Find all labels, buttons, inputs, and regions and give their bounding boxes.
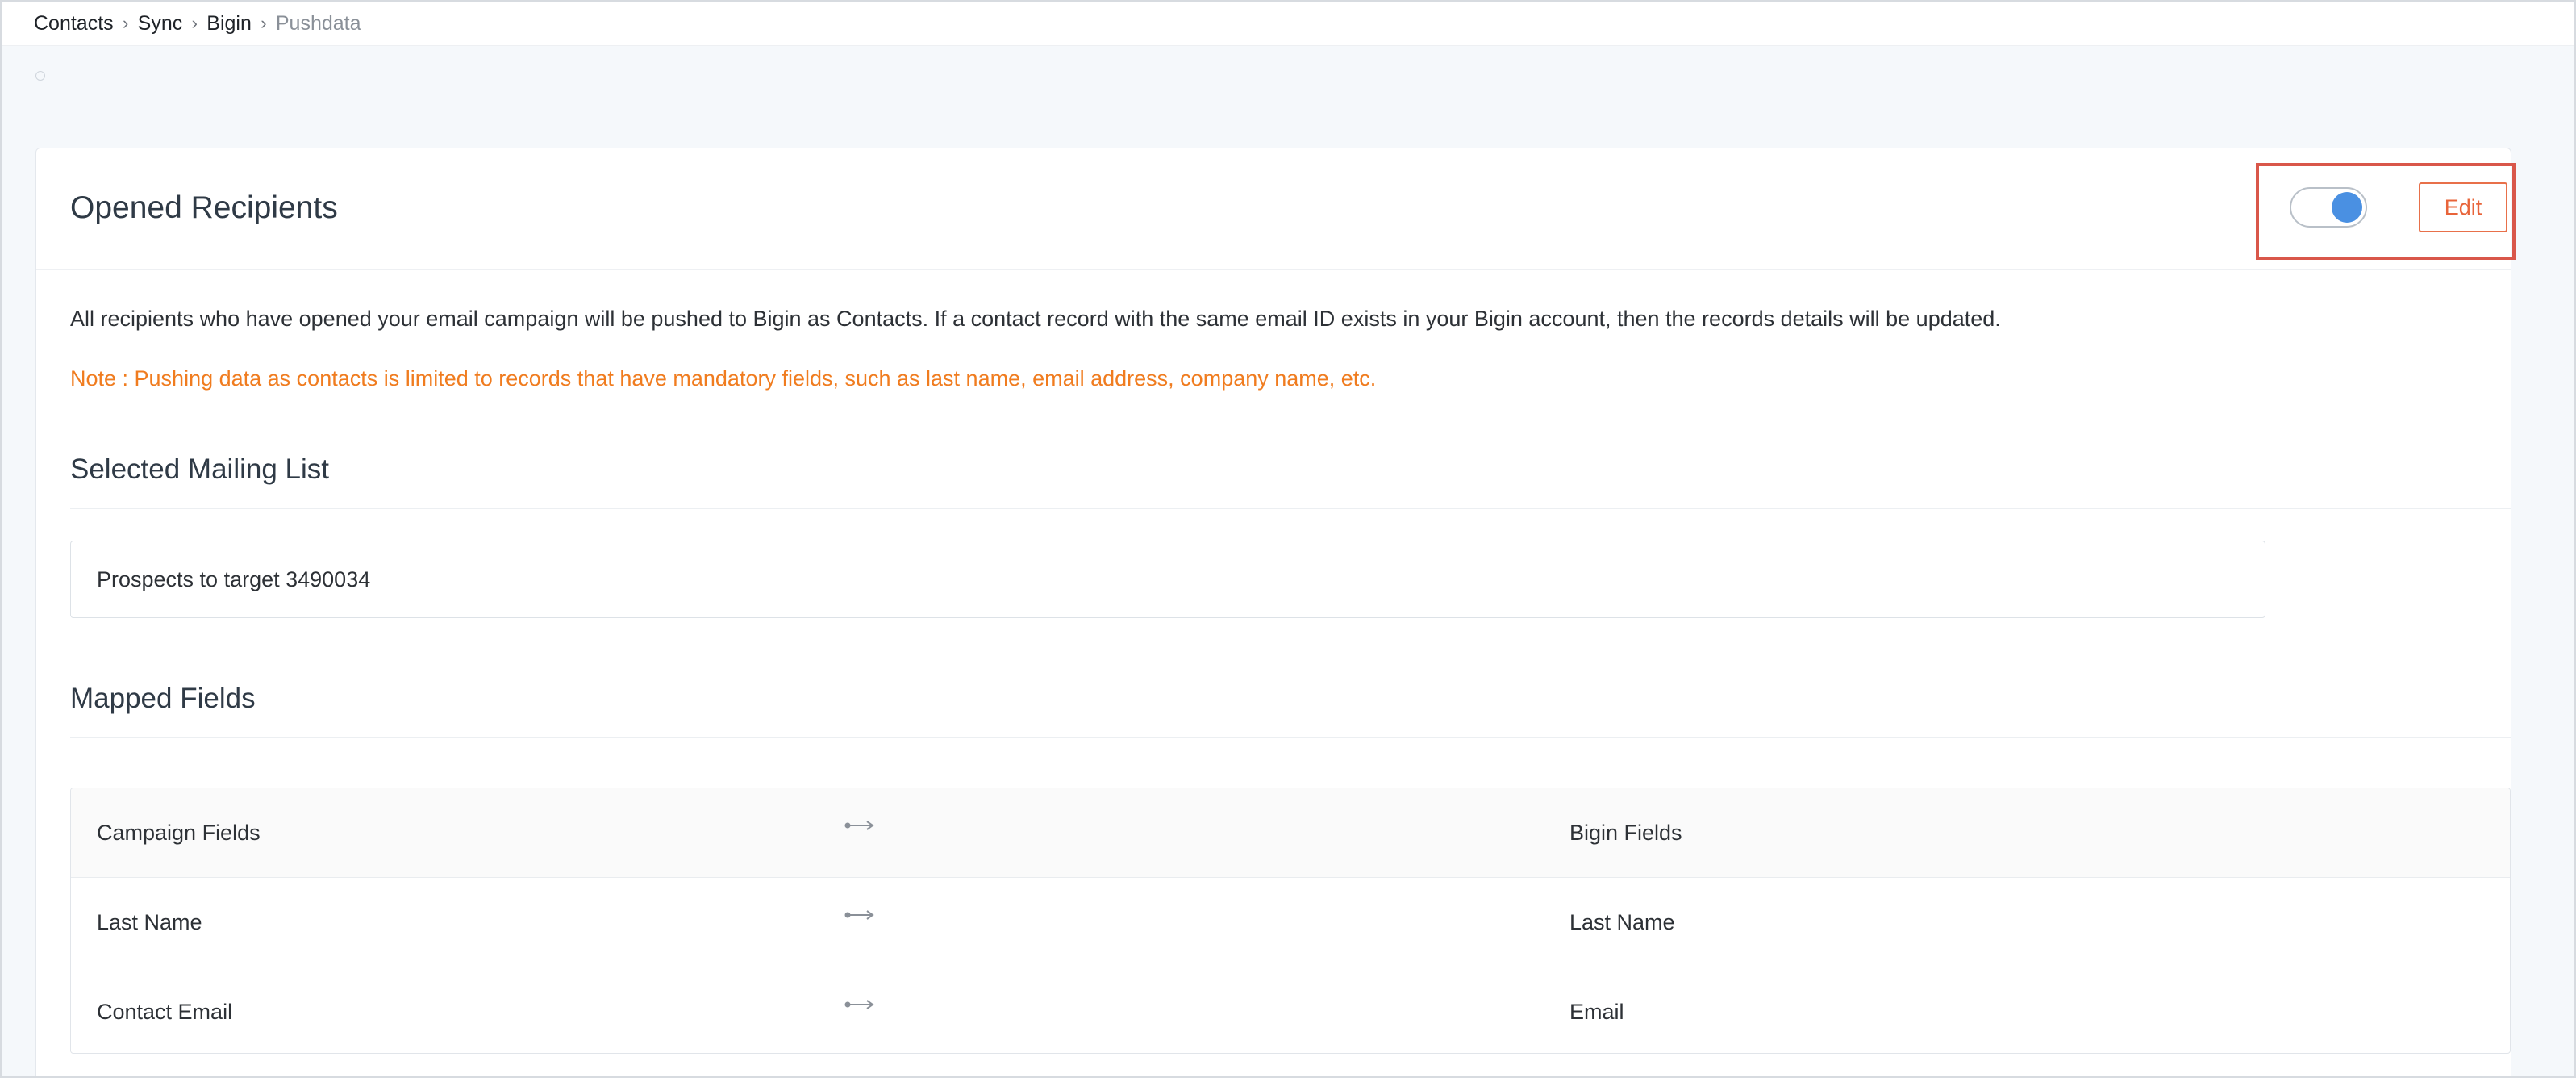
chevron-right-icon: › bbox=[123, 13, 129, 33]
bigin-field: Email bbox=[1569, 1000, 1624, 1024]
description-text: All recipients who have opened your emai… bbox=[70, 307, 2001, 331]
breadcrumb: Contacts › Sync › Bigin › Pushdata bbox=[2, 2, 2574, 46]
table-row: Last Name Last Name bbox=[71, 878, 2510, 967]
push-data-card: Opened Recipients Edit All recipients wh… bbox=[35, 148, 2516, 1076]
edit-button[interactable]: Edit bbox=[2419, 182, 2507, 232]
loading-dot-icon bbox=[35, 71, 45, 81]
toggle-knob bbox=[2332, 192, 2362, 223]
mailing-list-value: Prospects to target 3490034 bbox=[97, 566, 371, 591]
enable-toggle[interactable] bbox=[2290, 187, 2367, 228]
breadcrumb-sync[interactable]: Sync bbox=[138, 12, 183, 36]
breadcrumb-bigin[interactable]: Bigin bbox=[206, 12, 252, 36]
mapped-fields-heading: Mapped Fields bbox=[70, 683, 256, 714]
section-divider bbox=[70, 737, 2511, 738]
mapping-arrow-icon bbox=[844, 821, 874, 830]
card-title: Opened Recipients bbox=[70, 190, 338, 225]
note-text: Note : Pushing data as contacts is limit… bbox=[70, 366, 1377, 391]
mailing-list-heading: Selected Mailing List bbox=[70, 453, 329, 485]
section-divider bbox=[70, 508, 2511, 509]
selected-mailing-list: Prospects to target 3490034 bbox=[70, 541, 2265, 618]
card-header: Opened Recipients Edit bbox=[36, 148, 2516, 270]
bigin-field: Last Name bbox=[1569, 910, 1675, 934]
column-header-bigin: Bigin Fields bbox=[1569, 821, 1682, 845]
column-header-campaign: Campaign Fields bbox=[97, 821, 261, 845]
campaign-field: Last Name bbox=[97, 910, 202, 934]
breadcrumb-contacts[interactable]: Contacts bbox=[34, 12, 114, 36]
chevron-right-icon: › bbox=[191, 13, 198, 33]
app-frame: Contacts › Sync › Bigin › Pushdata Opene… bbox=[0, 0, 2576, 1078]
chevron-right-icon: › bbox=[261, 13, 267, 33]
campaign-field: Contact Email bbox=[97, 1000, 233, 1024]
table-row: Contact Email Email bbox=[71, 967, 2510, 1053]
breadcrumb-current: Pushdata bbox=[275, 11, 361, 35]
mapping-arrow-icon bbox=[844, 910, 874, 920]
mapped-fields-table: Campaign Fields Bigin Fields Last Name L… bbox=[70, 788, 2511, 1054]
table-header-row: Campaign Fields Bigin Fields bbox=[71, 788, 2510, 878]
mapping-arrow-icon bbox=[844, 1000, 874, 1009]
